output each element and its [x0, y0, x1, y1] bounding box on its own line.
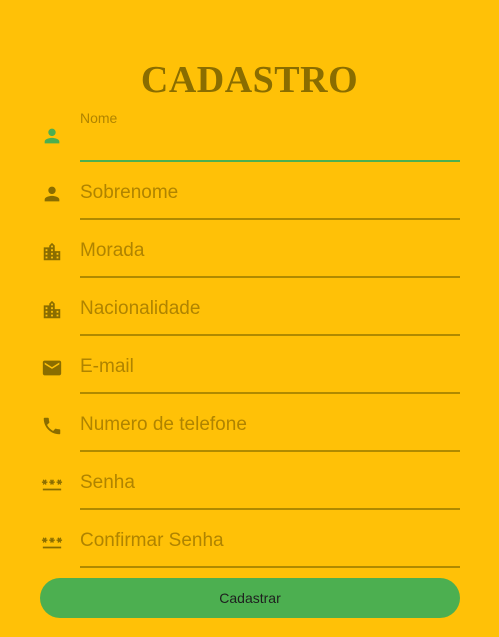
building-icon: [40, 240, 64, 264]
confirmar-senha-field[interactable]: Confirmar Senha: [40, 510, 460, 568]
email-field[interactable]: E-mail: [40, 336, 460, 394]
person-icon: [40, 182, 64, 206]
telefone-field[interactable]: Numero de telefone: [40, 394, 460, 452]
page-title: CADASTRO: [140, 59, 359, 101]
senha-field[interactable]: Senha: [40, 452, 460, 510]
password-icon: [40, 472, 64, 496]
nacionalidade-placeholder: Nacionalidade: [80, 298, 201, 319]
sobrenome-placeholder: Sobrenome: [80, 182, 179, 203]
senha-placeholder: Senha: [80, 472, 135, 493]
email-placeholder: E-mail: [80, 356, 134, 377]
cadastrar-button[interactable]: Cadastrar: [40, 578, 460, 618]
morada-field[interactable]: Morada: [40, 220, 460, 278]
morada-placeholder: Morada: [80, 240, 145, 261]
person-icon: [40, 124, 64, 148]
confirmar-senha-placeholder: Confirmar Senha: [80, 530, 224, 551]
building-icon: [40, 298, 64, 322]
telefone-placeholder: Numero de telefone: [80, 414, 247, 435]
nacionalidade-field[interactable]: Nacionalidade: [40, 278, 460, 336]
nome-field[interactable]: Nome: [40, 104, 460, 162]
mail-icon: [40, 356, 64, 380]
password-icon: [40, 530, 64, 554]
confirmar-senha-underline: [80, 566, 460, 568]
nome-label: Nome: [80, 110, 118, 126]
phone-icon: [40, 414, 64, 438]
sobrenome-field[interactable]: Sobrenome: [40, 162, 460, 220]
